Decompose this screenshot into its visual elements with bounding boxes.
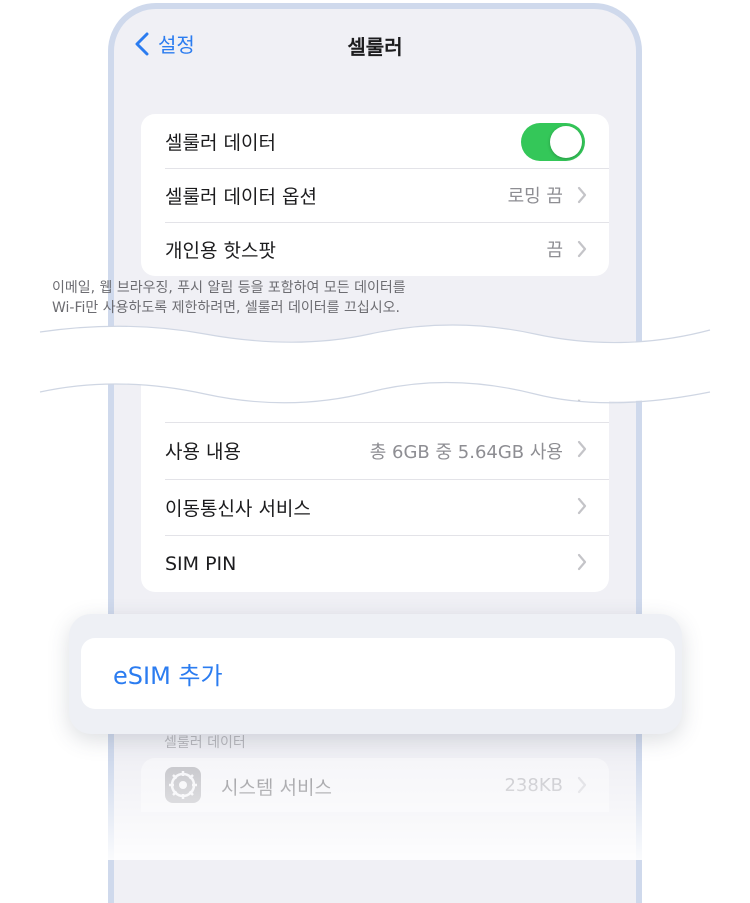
gear-icon bbox=[165, 767, 201, 803]
system-services-value: 238KB bbox=[504, 775, 563, 796]
personal-hotspot-row[interactable]: 개인용 핫스팟 끔 bbox=[141, 222, 609, 276]
carrier-services-label: 이동통신사 서비스 bbox=[165, 497, 311, 520]
navigation-bar: 설정 셀룰러 bbox=[114, 9, 636, 79]
chevron-right-icon bbox=[577, 186, 587, 204]
footnote-line-1: 이메일, 웹 브라우징, 푸시 알림 등을 포함하여 모든 데이터를 bbox=[52, 280, 406, 296]
cellular-data-options-value: 로밍 끔 bbox=[507, 186, 563, 207]
page-title: 셀룰러 bbox=[347, 35, 403, 59]
cellular-data-row: 셀룰러 데이터 bbox=[141, 114, 609, 168]
chevron-right-icon bbox=[577, 497, 587, 515]
usage-label: 사용 내용 bbox=[165, 441, 241, 463]
cellular-settings-group: 셀룰러 데이터 셀룰러 데이터 옵션 로밍 끔 개인용 핫스팟 끔 bbox=[141, 114, 609, 276]
cellular-data-options-label: 셀룰러 데이터 옵션 bbox=[165, 185, 317, 208]
personal-hotspot-value: 끔 bbox=[546, 240, 563, 261]
add-esim-button[interactable]: eSIM 추가 bbox=[81, 638, 675, 709]
cellular-data-footnote: 이메일, 웹 브라우징, 푸시 알림 등을 포함하여 모든 데이터를 Wi-Fi… bbox=[52, 278, 482, 318]
usage-row[interactable]: 사용 내용 총 6GB 중 5.64GB 사용 bbox=[141, 422, 609, 479]
sim-pin-label: SIM PIN bbox=[165, 552, 237, 575]
sim-pin-row[interactable]: SIM PIN bbox=[141, 535, 609, 592]
cellular-data-label: 셀룰러 데이터 bbox=[165, 131, 276, 154]
torn-edge-gap bbox=[39, 324, 711, 404]
cellular-data-options-row[interactable]: 셀룰러 데이터 옵션 로밍 끔 bbox=[141, 168, 609, 222]
carrier-services-row[interactable]: 이동통신사 서비스 bbox=[141, 479, 609, 535]
toggle-knob bbox=[550, 126, 582, 158]
usage-value: 총 6GB 중 5.64GB 사용 bbox=[369, 441, 563, 463]
system-services-label: 시스템 서비스 bbox=[221, 777, 332, 799]
chevron-right-icon bbox=[577, 776, 587, 794]
add-esim-label: eSIM 추가 bbox=[113, 662, 223, 690]
chevron-right-icon bbox=[577, 440, 587, 458]
usage-section-header: 셀룰러 데이터 bbox=[164, 735, 246, 751]
personal-hotspot-label: 개인용 핫스팟 bbox=[165, 239, 276, 262]
chevron-right-icon bbox=[577, 553, 587, 571]
system-services-row[interactable]: 시스템 서비스 238KB bbox=[141, 758, 609, 812]
cellular-data-toggle[interactable] bbox=[521, 123, 585, 161]
chevron-right-icon bbox=[577, 240, 587, 258]
esim-callout-card: eSIM 추가 bbox=[69, 614, 682, 734]
footnote-line-2: Wi-Fi만 사용하도록 제한하려면, 셀룰러 데이터를 끄십시오. bbox=[52, 300, 400, 316]
faded-usage-section: 셀룰러 데이터 시스템 서비스 238KB bbox=[108, 730, 642, 860]
